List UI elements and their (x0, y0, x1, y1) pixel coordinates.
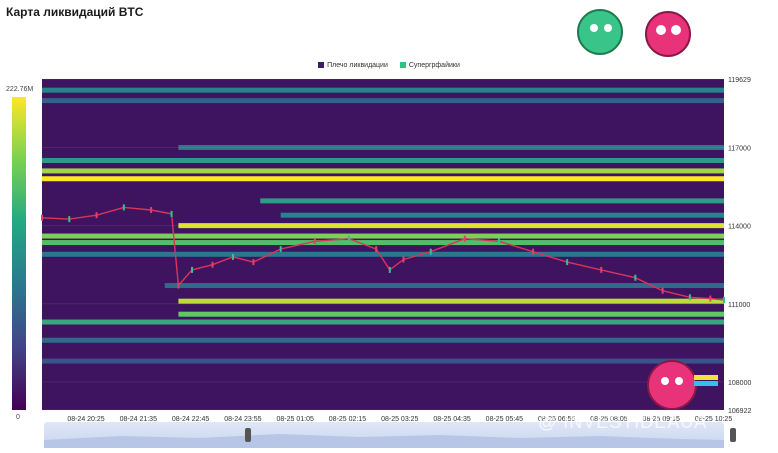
liquidation-band (42, 176, 724, 182)
price-candle (497, 238, 500, 245)
price-candle (211, 261, 214, 268)
liquidation-band (42, 337, 724, 343)
liquidation-band (280, 212, 724, 218)
liquidation-band (42, 358, 724, 364)
y-tick-label: 114000 (728, 224, 751, 231)
price-candle (279, 246, 282, 253)
price-candle (429, 248, 432, 255)
y-tick-label: 108000 (728, 380, 751, 387)
liquidation-band (42, 98, 724, 104)
price-candle (634, 274, 637, 281)
liquidation-band (42, 251, 724, 257)
price-candle (150, 206, 153, 213)
liquidation-band (42, 233, 724, 239)
y-tick-label: 111000 (728, 302, 750, 309)
navigator-handle-right[interactable] (730, 428, 736, 442)
price-candle (41, 214, 43, 221)
x-tick-label: 08-25 05:45 (486, 416, 523, 423)
x-tick-label: 08-24 21:35 (120, 416, 157, 423)
price-candle (347, 235, 350, 242)
price-candle (463, 235, 466, 242)
price-candle (68, 216, 71, 223)
liquidation-band (42, 158, 724, 164)
price-candle (709, 295, 712, 302)
y-tick-label: 117000 (728, 145, 751, 152)
liquidation-band (178, 311, 724, 317)
price-candle (661, 287, 664, 294)
price-candle (723, 296, 725, 303)
x-tick-label: 08-25 02:15 (329, 416, 366, 423)
price-candle (388, 266, 391, 273)
liquidation-band (178, 298, 724, 304)
green-virus-mascot (577, 9, 623, 55)
y-tick-label: 106922 (728, 408, 751, 415)
price-candle (252, 259, 255, 266)
liquidation-band (260, 198, 724, 204)
x-tick-label: 08-25 03:25 (381, 416, 418, 423)
liquidation-band (164, 283, 724, 289)
price-candle (177, 282, 180, 289)
liquidation-band (42, 168, 724, 174)
y-tick-label: 119629 (728, 77, 751, 84)
price-candle (191, 266, 194, 273)
price-candle (688, 294, 691, 301)
pink-mascot-bottom (647, 360, 718, 410)
price-candle (95, 212, 98, 219)
price-candle (231, 253, 234, 260)
x-tick-label: 08-24 23:55 (224, 416, 261, 423)
liquidation-band (42, 319, 724, 325)
price-candle (170, 210, 173, 217)
x-tick-label: 08-24 20:25 (67, 416, 104, 423)
y-axis: 106922 108000 111000 114000 117000 119629 (728, 77, 751, 415)
liquidation-band (42, 240, 724, 246)
x-tick-label: 08-25 01:05 (276, 416, 313, 423)
price-candle (532, 248, 535, 255)
price-candle (402, 256, 405, 263)
watermark: @ INVESTIDEAUA (538, 412, 708, 432)
pink-mascot (645, 11, 691, 57)
x-tick-label: 08-25 04:35 (433, 416, 470, 423)
mascot-decoration (528, 0, 778, 57)
navigator-handle-left[interactable] (245, 428, 251, 442)
price-candle (600, 266, 603, 273)
price-candle (122, 204, 125, 211)
liquidation-band (42, 87, 724, 93)
price-candle (313, 238, 316, 245)
price-candle (375, 246, 378, 253)
price-candle (566, 259, 569, 266)
x-tick-label: 08-24 22:45 (172, 416, 209, 423)
